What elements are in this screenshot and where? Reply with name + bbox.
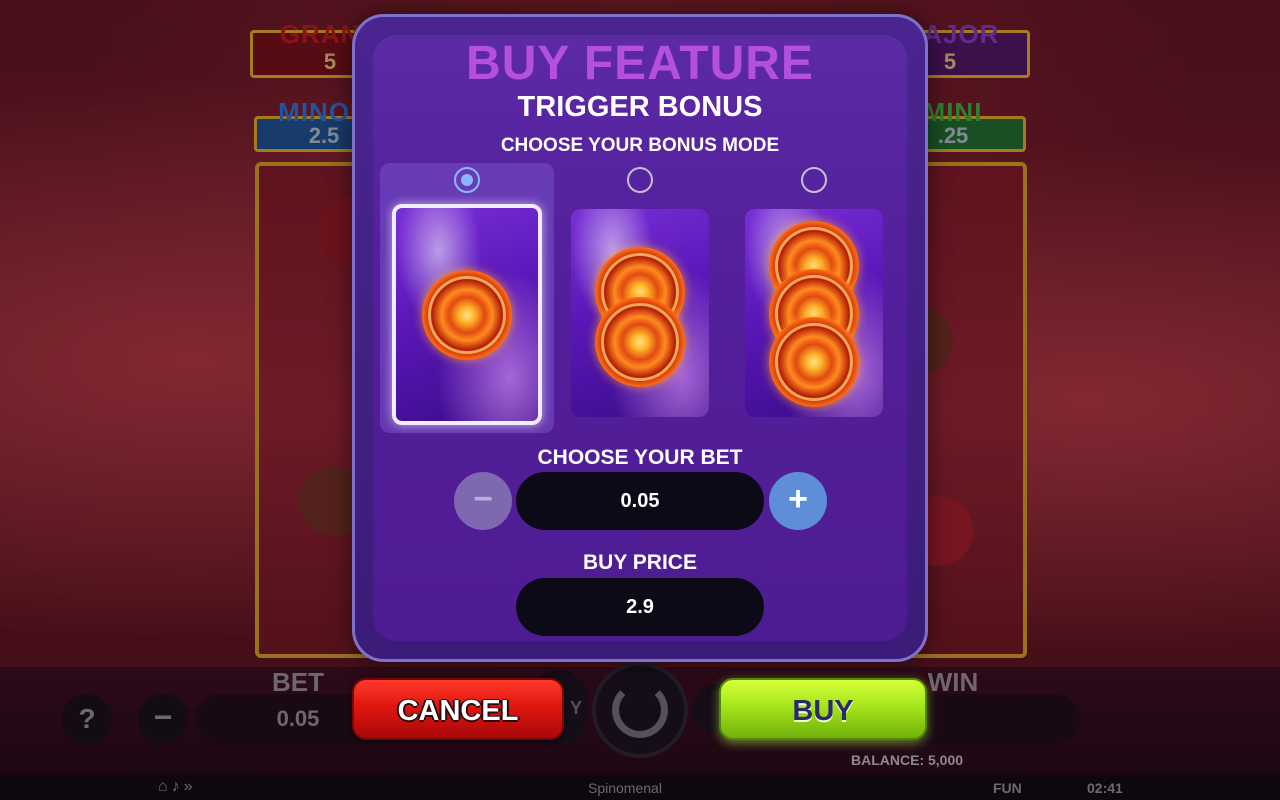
bonus-mode-option-2[interactable] — [553, 163, 727, 433]
radio-button[interactable] — [454, 167, 480, 193]
buy-price-label: BUY PRICE — [583, 551, 697, 574]
bet-increase-button[interactable]: + — [769, 472, 827, 530]
radio-button[interactable] — [801, 167, 827, 193]
modal-title: BUY FEATURE — [466, 37, 814, 90]
cancel-button[interactable]: CANCEL — [352, 678, 564, 740]
choose-mode-label: CHOOSE YOUR BONUS MODE — [500, 135, 780, 156]
bonus-mode-option-3[interactable] — [727, 163, 901, 433]
choose-bet-label: CHOOSE YOUR BET — [537, 446, 743, 469]
radio-button[interactable] — [627, 167, 653, 193]
fire-coin-icon — [769, 317, 859, 407]
bonus-card-3[interactable] — [745, 209, 883, 417]
fire-coin-icon — [422, 270, 512, 360]
buy-button[interactable]: BUY — [719, 678, 927, 740]
bet-decrease-button[interactable]: − — [454, 472, 512, 530]
bonus-card-2[interactable] — [571, 209, 709, 417]
buy-price-field: 2.9 — [516, 578, 764, 636]
bet-value-field: 0.05 — [516, 472, 764, 530]
bonus-mode-option-1[interactable] — [380, 163, 554, 433]
bonus-card-1[interactable] — [392, 204, 542, 425]
radio-selected-dot — [461, 174, 473, 186]
fire-coin-icon — [595, 297, 685, 387]
modal-subtitle: TRIGGER BONUS — [517, 91, 763, 123]
